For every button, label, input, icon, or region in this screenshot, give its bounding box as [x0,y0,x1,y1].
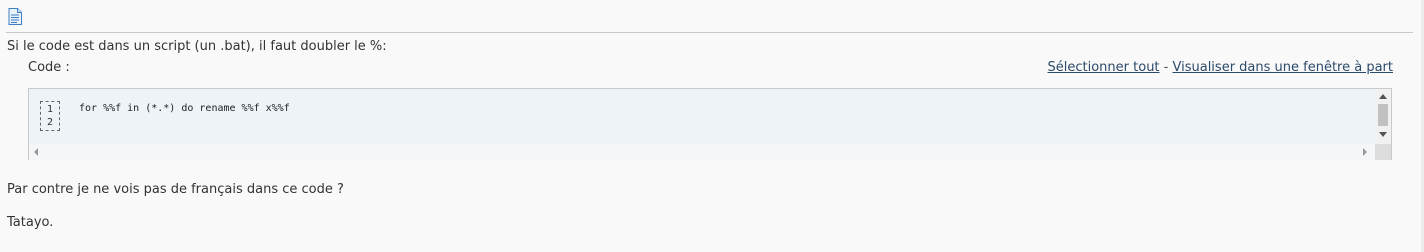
scroll-down-icon[interactable] [1379,132,1387,137]
intro-text: Si le code est dans un script (un .bat),… [7,39,387,54]
horizontal-scrollbar[interactable] [29,144,1375,159]
code-label: Code : [28,60,70,75]
link-separator: - [1159,60,1173,75]
select-all-link[interactable]: Sélectionner tout [1048,60,1160,75]
signature-text: Tatayo. [7,215,54,230]
code-actions: Sélectionner tout - Visualiser dans une … [1048,60,1393,75]
line-numbers: 1 2 [40,101,60,131]
scroll-thumb[interactable] [1378,104,1388,126]
code-header: Code : Sélectionner tout - Visualiser da… [28,60,1393,78]
line-number: 1 [46,104,54,115]
question-text: Par contre je ne vois pas de français da… [7,182,344,197]
code-line: for %%f in (*.*) do rename %%f x%%f [79,103,290,114]
line-number: 2 [46,117,54,128]
vertical-scrollbar[interactable] [1375,89,1391,144]
document-icon[interactable] [8,8,22,25]
scroll-up-icon[interactable] [1379,94,1387,99]
forum-post: Si le code est dans un script (un .bat),… [0,0,1424,252]
scroll-left-icon[interactable] [34,148,38,156]
scrollbar-corner [1375,144,1391,160]
view-separate-window-link[interactable]: Visualiser dans une fenêtre à part [1173,60,1394,75]
scroll-right-icon[interactable] [1363,148,1367,156]
code-block[interactable]: 1 2 for %%f in (*.*) do rename %%f x%%f [28,88,1392,160]
post-divider [6,32,1413,33]
